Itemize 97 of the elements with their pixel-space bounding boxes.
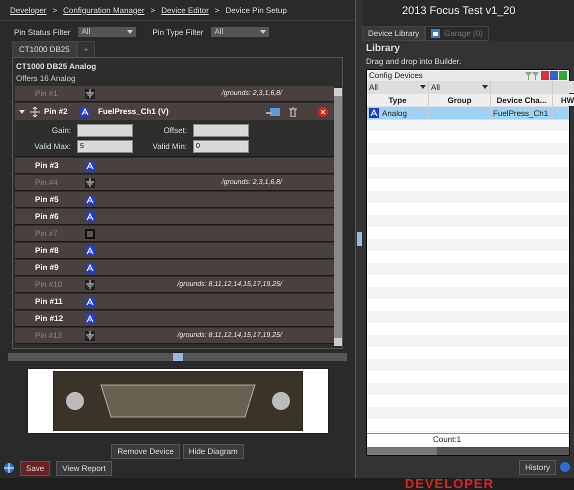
ground-icon — [85, 330, 95, 340]
pin-row[interactable]: Pin #6 — [15, 209, 334, 225]
field-label: Valid Min: — [151, 142, 187, 151]
pin-label: Pin #13 — [34, 331, 64, 340]
pin-label: Pin #4 — [34, 178, 59, 187]
caret-icon[interactable] — [482, 84, 488, 90]
diagram-button[interactable]: Hide Diagram — [182, 444, 244, 459]
column-header[interactable]: Group — [429, 94, 491, 106]
field-label: Offset: — [162, 126, 187, 135]
caret-icon[interactable] — [260, 29, 266, 35]
caret-icon[interactable] — [420, 84, 426, 90]
export-icons[interactable] — [539, 70, 567, 80]
pin-label: Pin #11 — [34, 297, 64, 306]
pin-label: Pin #8 — [34, 246, 60, 255]
dropdown-value: All — [81, 27, 90, 37]
filter-dropdown[interactable]: All — [78, 27, 136, 37]
filter-dropdown[interactable]: All — [211, 27, 270, 37]
pin-label: Pin #3 — [34, 161, 60, 170]
analog-icon — [85, 296, 95, 306]
column-header[interactable]: HW — [553, 94, 574, 106]
globe-icon[interactable] — [4, 463, 14, 473]
pin-label: Pin #6 — [34, 212, 60, 221]
grid-row[interactable]: Analog FuelPress_Ch1 — [367, 107, 569, 120]
pin-row[interactable]: Pin #3 — [15, 158, 334, 174]
breadcrumb-separator: > — [214, 6, 220, 14]
column-filter[interactable]: All — [429, 81, 491, 93]
field-label: Gain: — [50, 126, 71, 135]
pin-label: Pin #2 — [43, 107, 69, 116]
garage-icon — [431, 29, 440, 38]
scrollbar[interactable] — [367, 447, 569, 455]
save-button[interactable]: Save — [20, 460, 50, 476]
library-tab[interactable]: Device Library — [362, 26, 426, 41]
device-name: CT1000 DB25 Analog — [16, 62, 98, 71]
device-summary: Offers 16 Analog — [16, 74, 76, 83]
device-tab[interactable]: + — [76, 41, 96, 57]
grid-title: Config Devices — [369, 71, 423, 80]
column-header[interactable]: Type — [367, 94, 429, 106]
breadcrumb-current: Device Pin Setup — [225, 6, 287, 14]
pin-name: FuelPress_Ch1 (V) — [98, 107, 169, 116]
analog-icon — [85, 314, 95, 324]
splitter-bar[interactable] — [8, 353, 347, 361]
splitter-handle[interactable] — [356, 232, 362, 246]
analog-icon — [85, 246, 95, 256]
device-tab[interactable]: CT1000 DB25 — [12, 41, 77, 57]
row-count: Count:1 — [367, 433, 569, 445]
ground-icon — [85, 280, 95, 290]
pin-row[interactable]: Pin #9 — [15, 260, 334, 276]
edit-icon[interactable] — [266, 106, 280, 116]
window-title: 2013 Focus Test v1_20 — [401, 4, 517, 19]
trash-icon[interactable] — [288, 106, 298, 116]
grid-cell: FuelPress_Ch1 — [493, 108, 548, 118]
pin-row[interactable]: Pin #8 — [15, 243, 334, 259]
pin-label: Pin #10 — [34, 280, 64, 289]
filter-label: Pin Type Filter — [152, 28, 204, 36]
filter-value: All — [369, 82, 378, 92]
pin-row[interactable]: Pin #11 — [15, 294, 334, 310]
brand-label: DEVELOPER — [404, 478, 494, 490]
history-button[interactable]: History — [519, 460, 556, 474]
caret-icon[interactable] — [127, 29, 134, 35]
analog-icon — [85, 194, 95, 204]
breadcrumb-link[interactable]: Developer — [10, 6, 46, 14]
input-field[interactable] — [193, 124, 249, 137]
library-hint: Drag and drop into Builder. — [366, 57, 462, 66]
scrollbar[interactable] — [334, 88, 342, 346]
move-handle-icon[interactable] — [30, 106, 40, 116]
pin-label: Pin #7 — [34, 229, 59, 238]
analog-icon — [85, 212, 95, 222]
diagram-button[interactable]: Remove Device — [111, 444, 180, 459]
blank-pin-icon — [85, 228, 95, 238]
pin-row[interactable]: Pin #12 — [15, 311, 334, 327]
analog-icon — [369, 108, 379, 118]
expand-arrow-icon[interactable] — [19, 108, 25, 114]
filter-label: Pin Status Filter — [14, 28, 70, 36]
pin-row[interactable]: Pin #5 — [15, 192, 334, 208]
breadcrumb-separator: > — [150, 6, 156, 14]
pin-label: Pin #9 — [34, 263, 60, 272]
column-header[interactable]: Device Cha... — [491, 94, 553, 106]
library-heading: Library — [366, 43, 401, 54]
field-label: Valid Max: — [33, 142, 71, 151]
pin-label: Pin #12 — [34, 314, 64, 323]
dropdown-value: All — [214, 27, 224, 37]
analog-icon — [85, 160, 95, 170]
pin-label: Pin #1 — [34, 89, 59, 98]
ground-icon — [85, 88, 95, 98]
input-field[interactable] — [77, 124, 133, 137]
analog-icon — [85, 262, 95, 272]
breadcrumb-link[interactable]: Configuration Manager — [63, 6, 145, 14]
breadcrumb-separator: > — [52, 6, 58, 14]
pin-label: Pin #5 — [34, 195, 60, 204]
ground-icon — [85, 178, 95, 188]
column-filter[interactable]: All — [367, 81, 429, 93]
report-button[interactable]: View Report — [56, 460, 112, 476]
filter-value: All — [431, 82, 440, 92]
grid-cell: Analog — [382, 108, 407, 118]
breadcrumb-link[interactable]: Device Editor — [161, 6, 209, 14]
analog-icon — [80, 106, 90, 116]
close-icon[interactable] — [318, 106, 328, 116]
